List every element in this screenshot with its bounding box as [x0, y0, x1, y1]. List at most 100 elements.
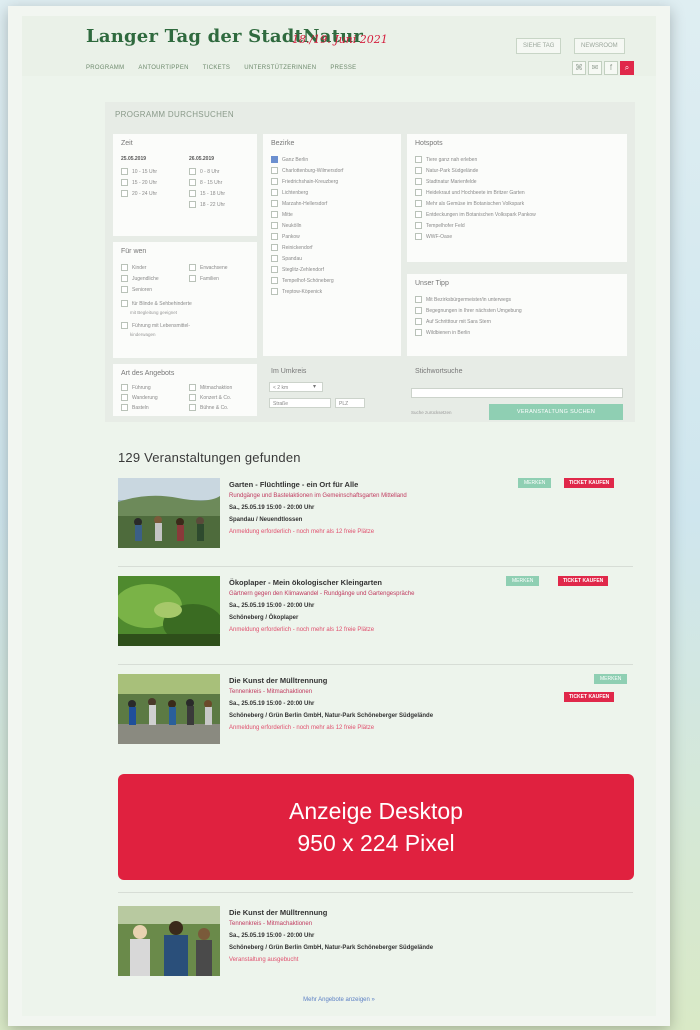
event-title[interactable]: Die Kunst der Mülltrennung	[229, 908, 327, 917]
search-icon[interactable]: ⌕	[620, 61, 634, 75]
checkbox-art[interactable]: Mitmachaktion	[189, 384, 232, 391]
search-panel: PROGRAMM DURCHSUCHEN Zeit 25.05.2019 26.…	[105, 102, 635, 422]
mail-icon[interactable]: ✉	[588, 61, 602, 75]
checkbox-bezirk[interactable]: Treptow-Köpenick	[271, 288, 322, 295]
checkbox-audience[interactable]: Jugendliche	[121, 275, 159, 282]
event-image	[118, 478, 220, 548]
checkbox-audience[interactable]: Senioren	[121, 286, 152, 293]
filter-zeit: Zeit 25.05.2019 26.05.2019 10 - 15 Uhr 1…	[113, 134, 257, 236]
filter-tipp-label: Unser Tipp	[415, 280, 449, 287]
nav-item-antourtippen[interactable]: ANTOURTIPPEN	[138, 65, 188, 71]
reset-link[interactable]: Suche zurücksetzen	[411, 410, 452, 415]
event-note: Anmeldung erforderlich - noch mehr als 1…	[229, 725, 375, 731]
checkbox-bezirk[interactable]: Neukölln	[271, 222, 301, 229]
filter-fuer-wen-label: Für wen	[121, 248, 147, 255]
share-icon[interactable]: ⌘	[572, 61, 586, 75]
nav-item-tickets[interactable]: TICKETS	[203, 65, 230, 71]
checkbox-day2-slot[interactable]: 0 - 8 Uhr	[189, 168, 219, 175]
ticket-button[interactable]: TICKET KAUFEN	[564, 478, 615, 488]
checkbox-bezirk[interactable]: Spandau	[271, 255, 302, 262]
checkbox-hotspot[interactable]: Tiere ganz nah erleben	[415, 156, 477, 163]
checkbox-hotspot[interactable]: Stadtnatur Marienfelde	[415, 178, 477, 185]
checkbox-hotspot[interactable]: Mehr als Gemüse im Botanischen Volkspark	[415, 200, 524, 207]
event-image	[118, 674, 220, 744]
merken-button[interactable]: MERKEN	[506, 576, 540, 586]
checkbox-stroller[interactable]: Führung mit Lebensmittel-	[121, 322, 190, 329]
checkbox-audience[interactable]: Erwachsene	[189, 264, 228, 271]
event-subtitle: Tennenkreis - Mitmachaktionen	[229, 921, 313, 927]
checkbox-tipp[interactable]: Mit Bezirksbürgermeister/in unterwegs	[415, 296, 511, 303]
plz-input[interactable]: PLZ	[335, 398, 365, 408]
screenshot-frame: Langer Tag der StadtNatur 18./19. Juni 2…	[8, 6, 670, 1026]
checkbox-bezirk[interactable]: Steglitz-Zehlendorf	[271, 266, 324, 273]
checkbox-accessibility[interactable]: für Blinde & Sehbehinderte	[121, 300, 192, 307]
event-title[interactable]: Garten - Flüchtlinge - ein Ort für Alle	[229, 480, 358, 489]
search-submit-button[interactable]: VERANSTALTUNG SUCHEN	[489, 404, 623, 420]
ticket-button[interactable]: TICKET KAUFEN	[558, 576, 609, 586]
header-button-siehe-tag[interactable]: SIEHE TAG	[516, 38, 562, 54]
event-card[interactable]: Die Kunst der Mülltrennung Tennenkreis -…	[118, 906, 633, 978]
checkbox-bezirk[interactable]: Ganz Berlin	[271, 156, 308, 163]
checkbox-bezirk[interactable]: Friedrichshain-Kreuzberg	[271, 178, 338, 185]
checkbox-day1-slot[interactable]: 15 - 20 Uhr	[121, 179, 157, 186]
ticket-button[interactable]: TICKET KAUFEN	[564, 692, 615, 702]
event-location: Schöneberg / Ökoplaper	[229, 615, 299, 621]
checkbox-art[interactable]: Basteln	[121, 404, 149, 411]
event-title[interactable]: Die Kunst der Mülltrennung	[229, 676, 327, 685]
street-input[interactable]: Straße	[269, 398, 331, 408]
checkbox-audience[interactable]: Familien	[189, 275, 219, 282]
event-card[interactable]: Die Kunst der Mülltrennung Tennenkreis -…	[118, 674, 633, 746]
event-card[interactable]: Ökoplaper - Mein ökologischer Kleingarte…	[118, 576, 633, 648]
event-date: Sa., 25.05.19 15:00 - 20:00 Uhr	[229, 701, 315, 707]
event-image	[118, 576, 220, 646]
main-nav: PROGRAMM ANTOURTIPPEN TICKETS UNTERSTÜTZ…	[86, 65, 357, 71]
load-more-link[interactable]: Mehr Angebote anzeigen »	[22, 997, 656, 1003]
checkbox-bezirk[interactable]: Tempelhof-Schöneberg	[271, 277, 334, 284]
ad-line-2: 950 x 224 Pixel	[297, 830, 455, 856]
merken-button[interactable]: MERKEN	[518, 478, 552, 488]
chevron-down-icon: ▾	[313, 384, 317, 390]
ad-banner[interactable]: Anzeige Desktop 950 x 224 Pixel	[118, 774, 634, 880]
checkbox-bezirk[interactable]: Marzahn-Hellersdorf	[271, 200, 327, 207]
checkbox-hotspot[interactable]: Tempelhofer Feld	[415, 222, 465, 229]
merken-button[interactable]: MERKEN	[594, 674, 628, 684]
checkbox-bezirk[interactable]: Pankow	[271, 233, 300, 240]
checkbox-art[interactable]: Wanderung	[121, 394, 158, 401]
checkbox-day2-slot[interactable]: 8 - 15 Uhr	[189, 179, 222, 186]
accessibility-note: mit Begleitung geeignet	[130, 310, 178, 315]
checkbox-day2-slot[interactable]: 18 - 22 Uhr	[189, 201, 225, 208]
checkbox-art[interactable]: Führung	[121, 384, 151, 391]
checkbox-day2-slot[interactable]: 15 - 18 Uhr	[189, 190, 225, 197]
checkbox-art[interactable]: Bühne & Co.	[189, 404, 228, 411]
filter-stichwort: Stichwortsuche Suche zurücksetzen VERANS…	[407, 362, 627, 420]
nav-item-programm[interactable]: PROGRAMM	[86, 65, 124, 71]
checkbox-art[interactable]: Konzert & Co.	[189, 394, 231, 401]
checkbox-bezirk[interactable]: Mitte	[271, 211, 293, 218]
filter-bezirke-label: Bezirke	[271, 140, 295, 147]
checkbox-bezirk[interactable]: Charlottenburg-Wilmersdorf	[271, 167, 343, 174]
event-image	[118, 906, 220, 976]
checkbox-tipp[interactable]: Wildbienen in Berlin	[415, 329, 470, 336]
checkbox-tipp[interactable]: Auf Schritttour mit Sara Stern	[415, 318, 491, 325]
event-location: Schöneberg / Grün Berlin GmbH, Natur-Par…	[229, 713, 434, 719]
checkbox-tipp[interactable]: Begegnungen in Ihrer nächsten Umgebung	[415, 307, 522, 314]
checkbox-hotspot[interactable]: Heidekraut und Hochbeete im Britzer Gart…	[415, 189, 525, 196]
nav-item-unterstuetzer[interactable]: UNTERSTÜTZERINNEN	[244, 65, 316, 71]
filter-fuer-wen: Für wen Kinder Jugendliche Senioren Erwa…	[113, 242, 257, 358]
nav-item-presse[interactable]: PRESSE	[330, 65, 356, 71]
facebook-icon[interactable]: f	[604, 61, 618, 75]
header-button-newsroom[interactable]: NEWSROOM	[574, 38, 625, 54]
checkbox-day1-slot[interactable]: 10 - 15 Uhr	[121, 168, 157, 175]
checkbox-hotspot[interactable]: WWF-Oase	[415, 233, 452, 240]
checkbox-audience[interactable]: Kinder	[121, 264, 146, 271]
filter-zeit-label: Zeit	[121, 140, 133, 147]
divider	[118, 892, 633, 893]
checkbox-hotspot[interactable]: Natur-Park Südgelände	[415, 167, 478, 174]
event-card[interactable]: Garten - Flüchtlinge - ein Ort für Alle …	[118, 478, 633, 550]
checkbox-day1-slot[interactable]: 20 - 24 Uhr	[121, 190, 157, 197]
checkbox-bezirk[interactable]: Lichtenberg	[271, 189, 308, 196]
checkbox-bezirk[interactable]: Reinickendorf	[271, 244, 313, 251]
event-title[interactable]: Ökoplaper - Mein ökologischer Kleingarte…	[229, 578, 382, 587]
checkbox-hotspot[interactable]: Entdeckungen im Botanischen Volkspark Pa…	[415, 211, 536, 218]
keyword-input[interactable]	[411, 388, 623, 398]
